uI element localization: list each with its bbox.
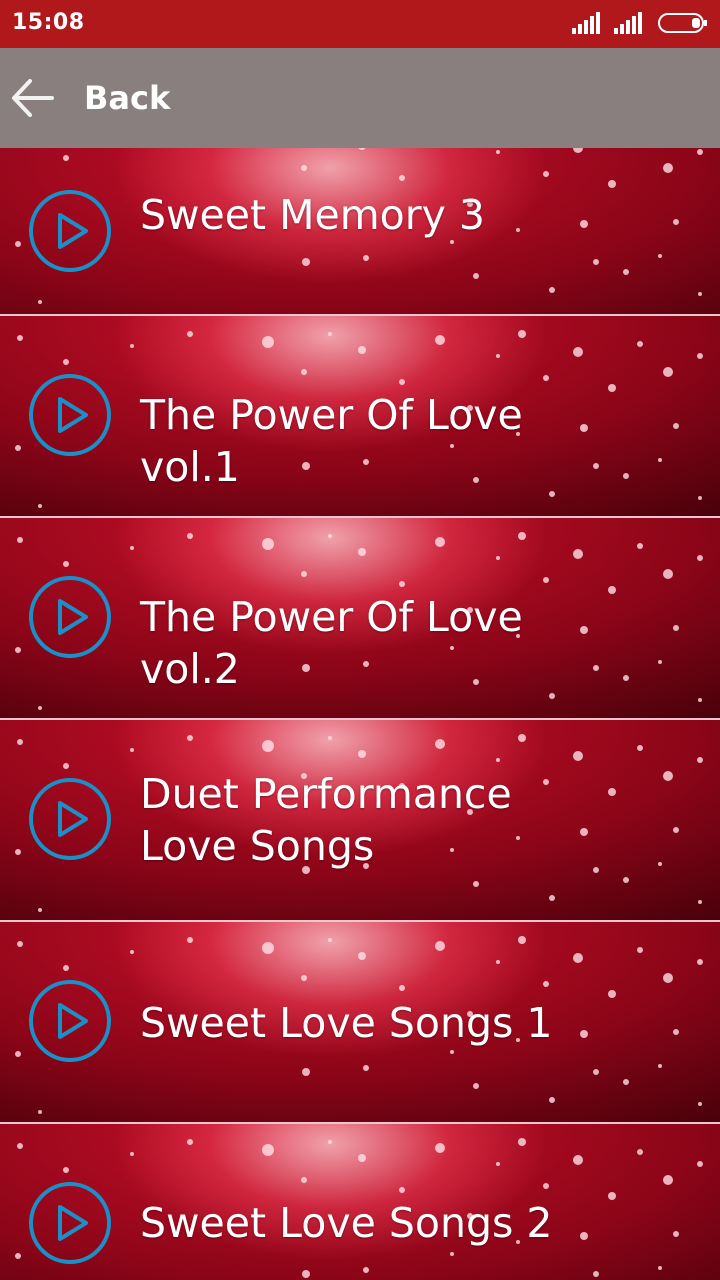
song-list-item[interactable]: The Power Of Love vol.2	[0, 516, 720, 718]
play-icon[interactable]	[28, 1181, 112, 1265]
song-list-item[interactable]: Sweet Memory 3	[0, 148, 720, 314]
signal-icon-2	[614, 12, 642, 34]
back-label: Back	[84, 79, 171, 117]
song-title: Sweet Memory 3	[140, 191, 485, 239]
song-list: Sweet Memory 3 The Power Of Love vol.1 The…	[0, 148, 720, 1280]
status-bar: 15:08	[0, 0, 720, 48]
play-icon[interactable]	[28, 777, 112, 861]
play-icon[interactable]	[28, 189, 112, 273]
play-icon[interactable]	[28, 979, 112, 1063]
status-time: 15:08	[12, 10, 85, 35]
battery-icon	[658, 13, 707, 33]
song-title: Duet Performance Love Songs	[140, 770, 512, 870]
back-button[interactable]: Back	[0, 48, 170, 148]
arrow-left-icon	[12, 79, 54, 117]
play-icon[interactable]	[28, 373, 112, 457]
song-list-item[interactable]: Sweet Love Songs 2	[0, 1122, 720, 1280]
song-title: Sweet Love Songs 1	[140, 999, 553, 1047]
song-title: Sweet Love Songs 2	[140, 1199, 553, 1247]
song-list-item[interactable]: Sweet Love Songs 1	[0, 920, 720, 1122]
song-list-item[interactable]: Duet Performance Love Songs	[0, 718, 720, 920]
song-title: The Power Of Love vol.1	[140, 391, 523, 491]
signal-icon	[572, 12, 600, 34]
song-list-item[interactable]: The Power Of Love vol.1	[0, 314, 720, 516]
play-icon[interactable]	[28, 575, 112, 659]
toolbar: Back	[0, 48, 720, 148]
app-screen: 15:08 Back Sweet Memory 3 The Power Of L…	[0, 0, 720, 1280]
song-title: The Power Of Love vol.2	[140, 593, 523, 693]
